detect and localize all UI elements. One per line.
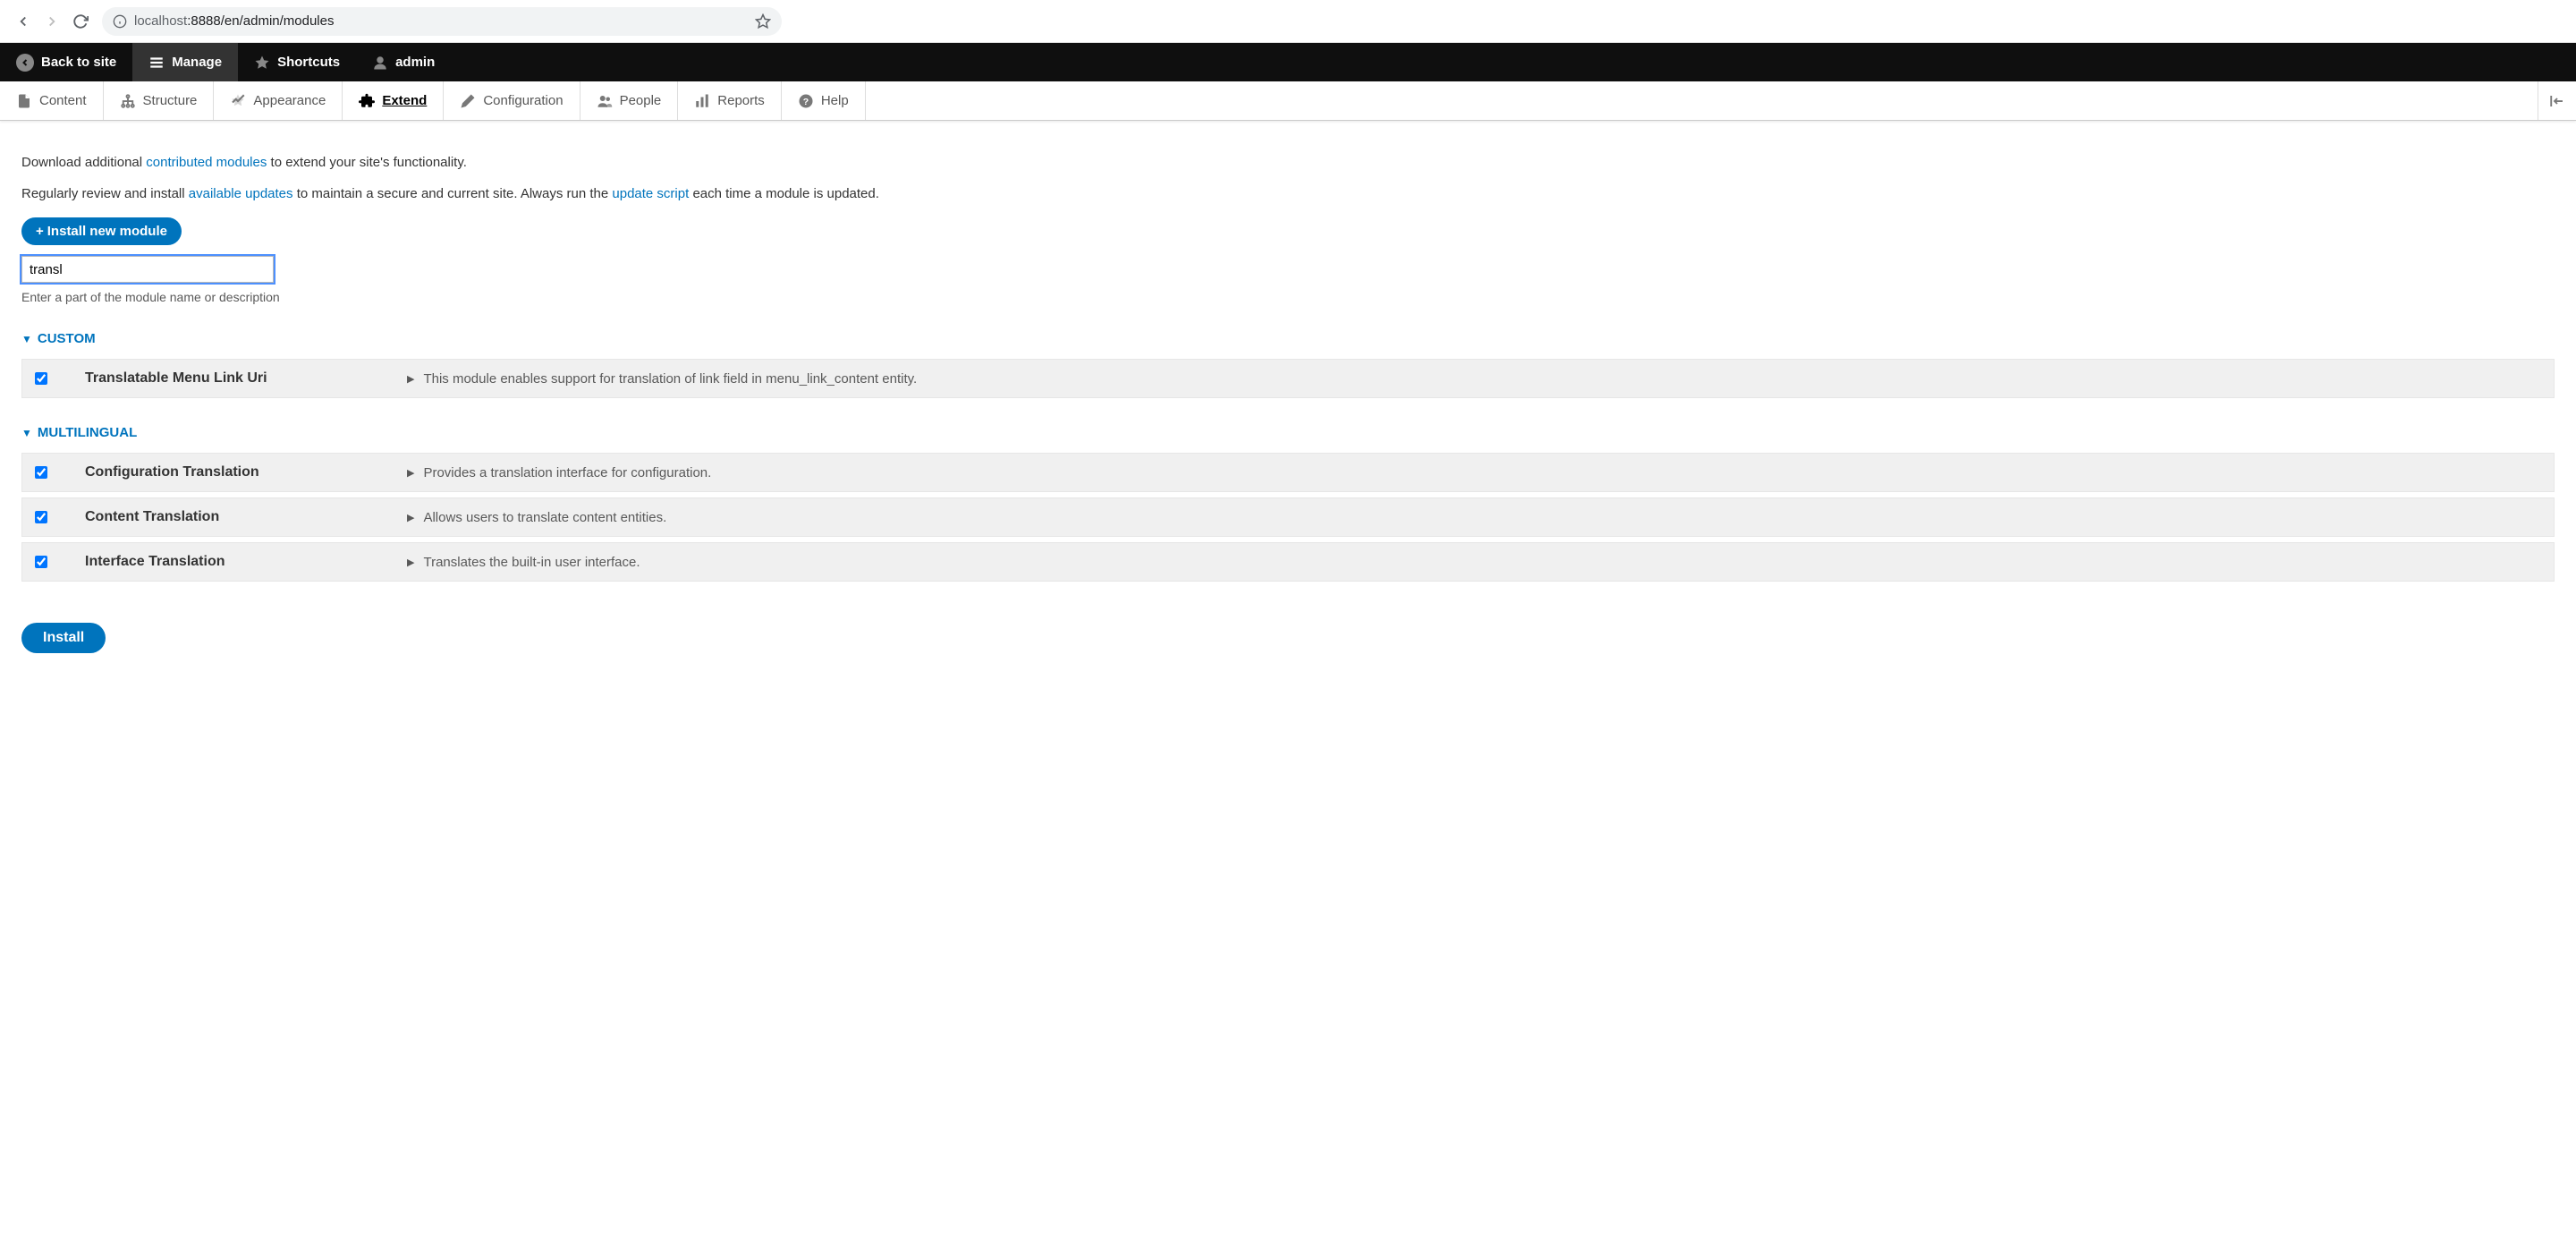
tab-people-label: People — [620, 93, 662, 108]
module-name: Configuration Translation — [85, 464, 407, 480]
tab-reports[interactable]: Reports — [678, 81, 782, 120]
module-name: Interface Translation — [85, 554, 407, 570]
reports-icon — [694, 93, 710, 109]
tab-extend-label: Extend — [382, 93, 427, 108]
tab-configuration[interactable]: Configuration — [444, 81, 580, 120]
content-icon — [16, 93, 32, 109]
module-checkbox-content-translation[interactable] — [35, 511, 47, 523]
expand-triangle-icon: ▶ — [407, 512, 414, 523]
tab-extend[interactable]: Extend — [343, 81, 444, 120]
tab-appearance[interactable]: Appearance — [214, 81, 343, 120]
install-new-module-button[interactable]: +Install new module — [21, 217, 182, 245]
page-content: Download additional contributed modules … — [0, 155, 2576, 689]
bookmark-star-icon[interactable] — [755, 13, 771, 30]
module-name: Translatable Menu Link Uri — [85, 370, 407, 387]
intro-paragraph-1: Download additional contributed modules … — [21, 155, 2555, 170]
module-description-text: Translates the built-in user interface. — [423, 555, 640, 570]
module-group-custom: ▼ CUSTOM Translatable Menu Link Uri ▶ Th… — [21, 331, 2555, 398]
contributed-modules-link[interactable]: contributed modules — [146, 155, 267, 170]
expand-triangle-icon: ▶ — [407, 373, 414, 385]
module-description-text: Provides a translation interface for con… — [423, 465, 711, 480]
admin-menu-tabs: Content Structure Appearance Extend Conf… — [0, 81, 2576, 121]
module-checkbox-interface-translation[interactable] — [35, 556, 47, 568]
tab-people[interactable]: People — [580, 81, 679, 120]
module-checkbox-translatable-menu-link-uri[interactable] — [35, 372, 47, 385]
shortcuts-label: Shortcuts — [277, 55, 340, 70]
structure-icon — [120, 93, 136, 109]
hamburger-icon — [148, 55, 165, 71]
site-info-icon[interactable] — [113, 14, 127, 29]
tab-content[interactable]: Content — [0, 81, 104, 120]
collapse-triangle-icon: ▼ — [21, 427, 32, 439]
appearance-icon — [230, 93, 246, 109]
module-group-multilingual-summary[interactable]: ▼ MULTILINGUAL — [21, 425, 2555, 440]
intro-text: Download additional contributed modules … — [21, 155, 2555, 201]
module-description-toggle[interactable]: ▶ Translates the built-in user interface… — [407, 555, 2541, 570]
module-row: Interface Translation ▶ Translates the b… — [21, 542, 2555, 582]
user-icon — [372, 55, 388, 71]
user-menu[interactable]: admin — [356, 43, 451, 81]
collapse-triangle-icon: ▼ — [21, 333, 32, 345]
people-icon — [597, 93, 613, 109]
expand-triangle-icon: ▶ — [407, 557, 414, 568]
module-description-toggle[interactable]: ▶ Allows users to translate content enti… — [407, 510, 2541, 525]
back-to-site-link[interactable]: Back to site — [0, 43, 132, 81]
extend-icon — [359, 93, 375, 109]
module-group-multilingual: ▼ MULTILINGUAL Configuration Translation… — [21, 425, 2555, 582]
tab-help[interactable]: ? Help — [782, 81, 866, 120]
manage-label: Manage — [172, 55, 222, 70]
module-checkbox-configuration-translation[interactable] — [35, 466, 47, 479]
browser-reload-button[interactable] — [66, 7, 95, 36]
module-group-custom-summary[interactable]: ▼ CUSTOM — [21, 331, 2555, 346]
svg-text:?: ? — [803, 96, 809, 106]
module-filter-help: Enter a part of the module name or descr… — [21, 290, 2555, 304]
browser-forward-button[interactable] — [38, 7, 66, 36]
tab-content-label: Content — [39, 93, 87, 108]
toolbar-orientation-toggle[interactable] — [2538, 81, 2576, 120]
module-filter-input[interactable] — [21, 256, 274, 283]
browser-chrome: localhost:8888/en/admin/modules — [0, 0, 2576, 43]
shortcuts-link[interactable]: Shortcuts — [238, 43, 356, 81]
module-filter: Enter a part of the module name or descr… — [21, 256, 2555, 304]
module-description-text: This module enables support for translat… — [423, 371, 917, 387]
back-arrow-icon — [16, 54, 34, 72]
tab-appearance-label: Appearance — [253, 93, 326, 108]
admin-toolbar: Back to site Manage Shortcuts admin — [0, 43, 2576, 81]
module-group-custom-title: CUSTOM — [38, 331, 96, 346]
url-text: localhost:8888/en/admin/modules — [134, 13, 755, 29]
star-icon — [254, 55, 270, 71]
tab-structure-label: Structure — [143, 93, 198, 108]
collapse-icon — [2549, 93, 2565, 109]
available-updates-link[interactable]: available updates — [189, 186, 293, 201]
module-row: Translatable Menu Link Uri ▶ This module… — [21, 359, 2555, 398]
manage-toggle[interactable]: Manage — [132, 43, 238, 81]
module-description-toggle[interactable]: ▶ Provides a translation interface for c… — [407, 465, 2541, 480]
update-script-link[interactable]: update script — [612, 186, 689, 201]
module-row: Configuration Translation ▶ Provides a t… — [21, 453, 2555, 492]
tab-configuration-label: Configuration — [483, 93, 563, 108]
tab-structure[interactable]: Structure — [104, 81, 215, 120]
help-icon: ? — [798, 93, 814, 109]
back-to-site-label: Back to site — [41, 55, 116, 70]
tab-reports-label: Reports — [717, 93, 765, 108]
module-description-text: Allows users to translate content entiti… — [423, 510, 666, 525]
user-label: admin — [395, 55, 435, 70]
browser-back-button[interactable] — [9, 7, 38, 36]
configuration-icon — [460, 93, 476, 109]
tab-help-label: Help — [821, 93, 849, 108]
module-group-multilingual-title: MULTILINGUAL — [38, 425, 137, 440]
module-name: Content Translation — [85, 509, 407, 525]
install-button[interactable]: Install — [21, 623, 106, 653]
intro-paragraph-2: Regularly review and install available u… — [21, 186, 2555, 201]
plus-icon: + — [36, 224, 44, 239]
address-bar[interactable]: localhost:8888/en/admin/modules — [102, 7, 782, 36]
module-description-toggle[interactable]: ▶ This module enables support for transl… — [407, 371, 2541, 387]
expand-triangle-icon: ▶ — [407, 467, 414, 479]
module-row: Content Translation ▶ Allows users to tr… — [21, 497, 2555, 537]
